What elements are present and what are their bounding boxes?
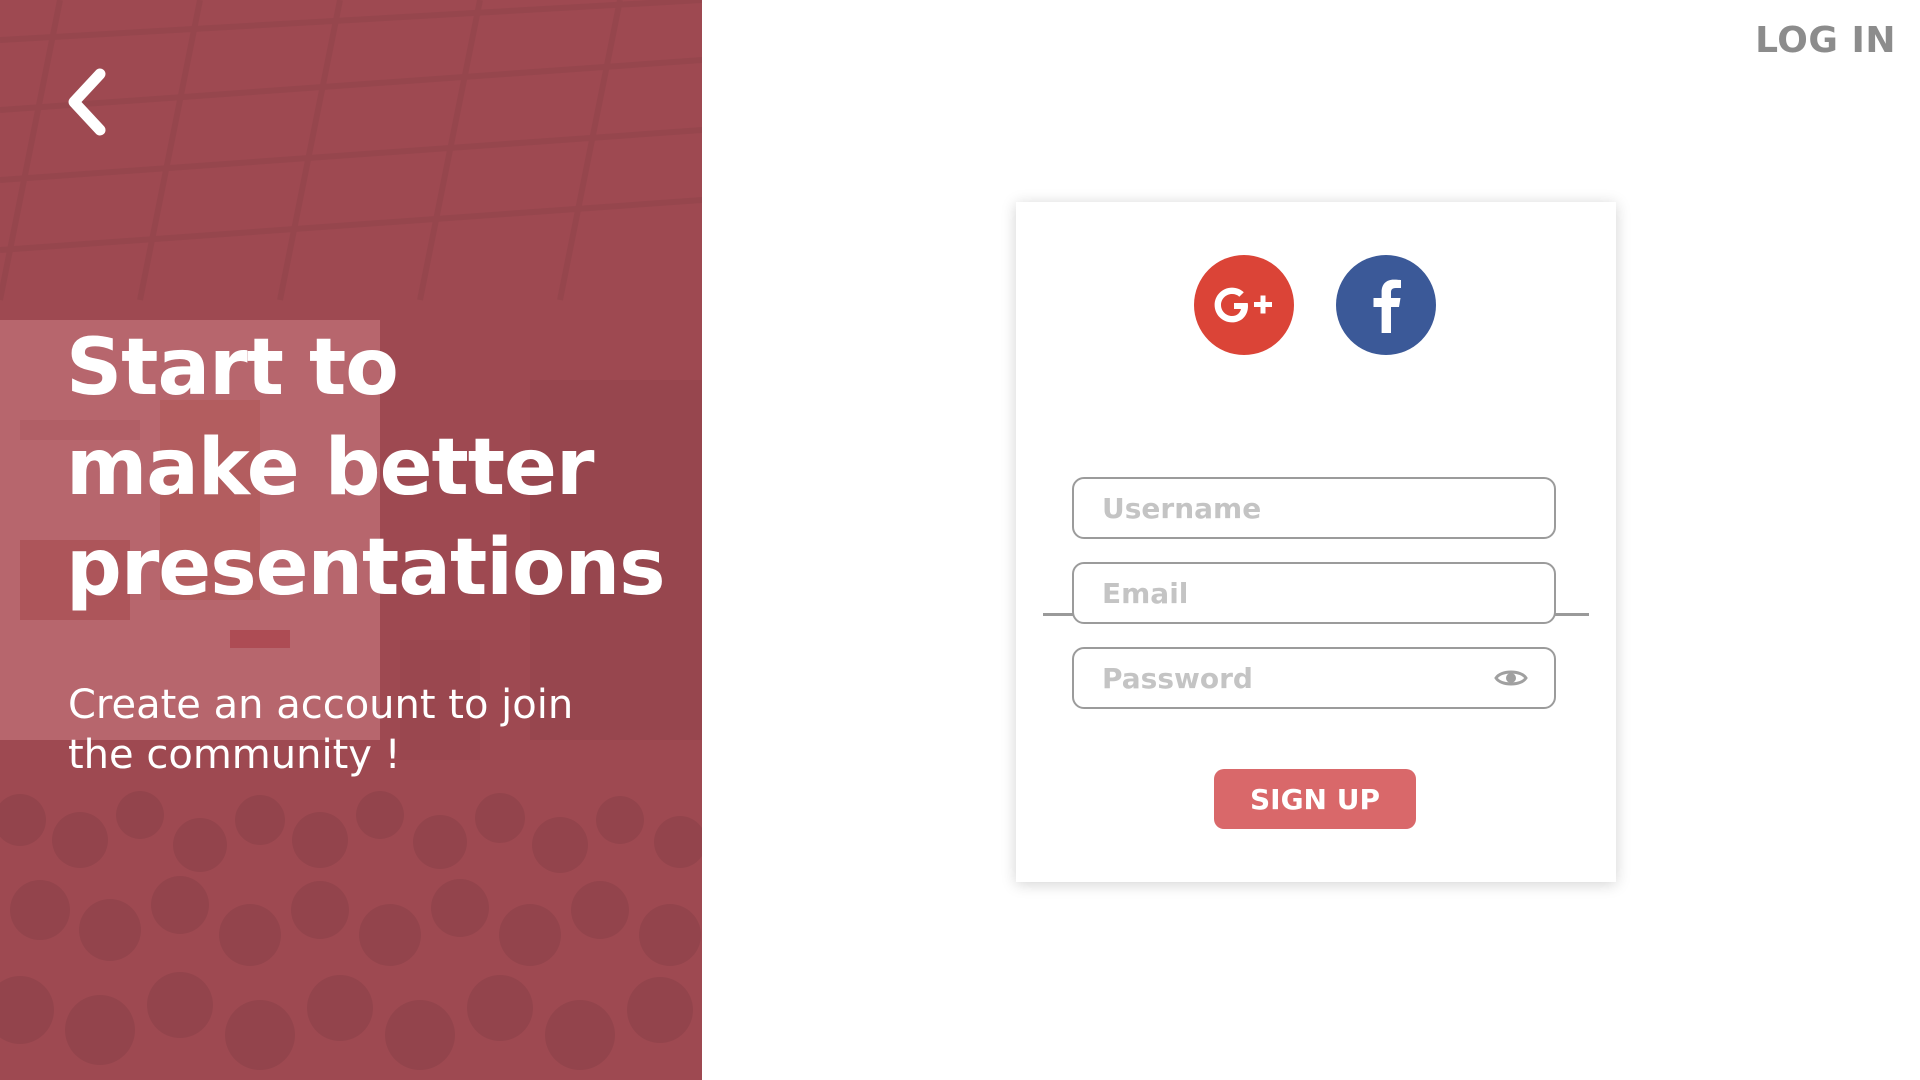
signup-page: Start to make better presentations Creat… <box>0 0 1920 1080</box>
hero-title-line: make better <box>66 423 594 513</box>
back-button[interactable] <box>60 62 120 142</box>
login-link[interactable]: LOG IN <box>1755 20 1896 61</box>
google-signin-button[interactable] <box>1194 255 1294 355</box>
hero-title-line: Start to <box>66 323 399 413</box>
password-field-wrapper <box>1072 647 1556 709</box>
hero-subtitle-line: Create an account to join <box>68 682 574 728</box>
hero-title-line: presentations <box>66 523 666 613</box>
username-input[interactable] <box>1074 479 1554 537</box>
hero-subtitle-line: the community ! <box>68 732 401 778</box>
username-field-wrapper <box>1072 477 1556 539</box>
password-input[interactable] <box>1074 649 1554 707</box>
eye-icon[interactable] <box>1494 666 1528 690</box>
facebook-signin-button[interactable] <box>1336 255 1436 355</box>
hero-title: Start to make better presentations <box>66 318 686 618</box>
sign-up-button[interactable]: SIGN UP <box>1214 769 1416 829</box>
hero-subtitle: Create an account to join the community … <box>68 680 668 780</box>
email-field-wrapper <box>1072 562 1556 624</box>
email-input[interactable] <box>1074 564 1554 622</box>
hero-panel: Start to make better presentations Creat… <box>0 0 702 1080</box>
facebook-icon <box>1373 279 1401 333</box>
google-plus-icon <box>1214 287 1272 323</box>
signup-card: OR SIGN UP <box>1016 202 1616 882</box>
chevron-left-icon <box>68 68 106 136</box>
